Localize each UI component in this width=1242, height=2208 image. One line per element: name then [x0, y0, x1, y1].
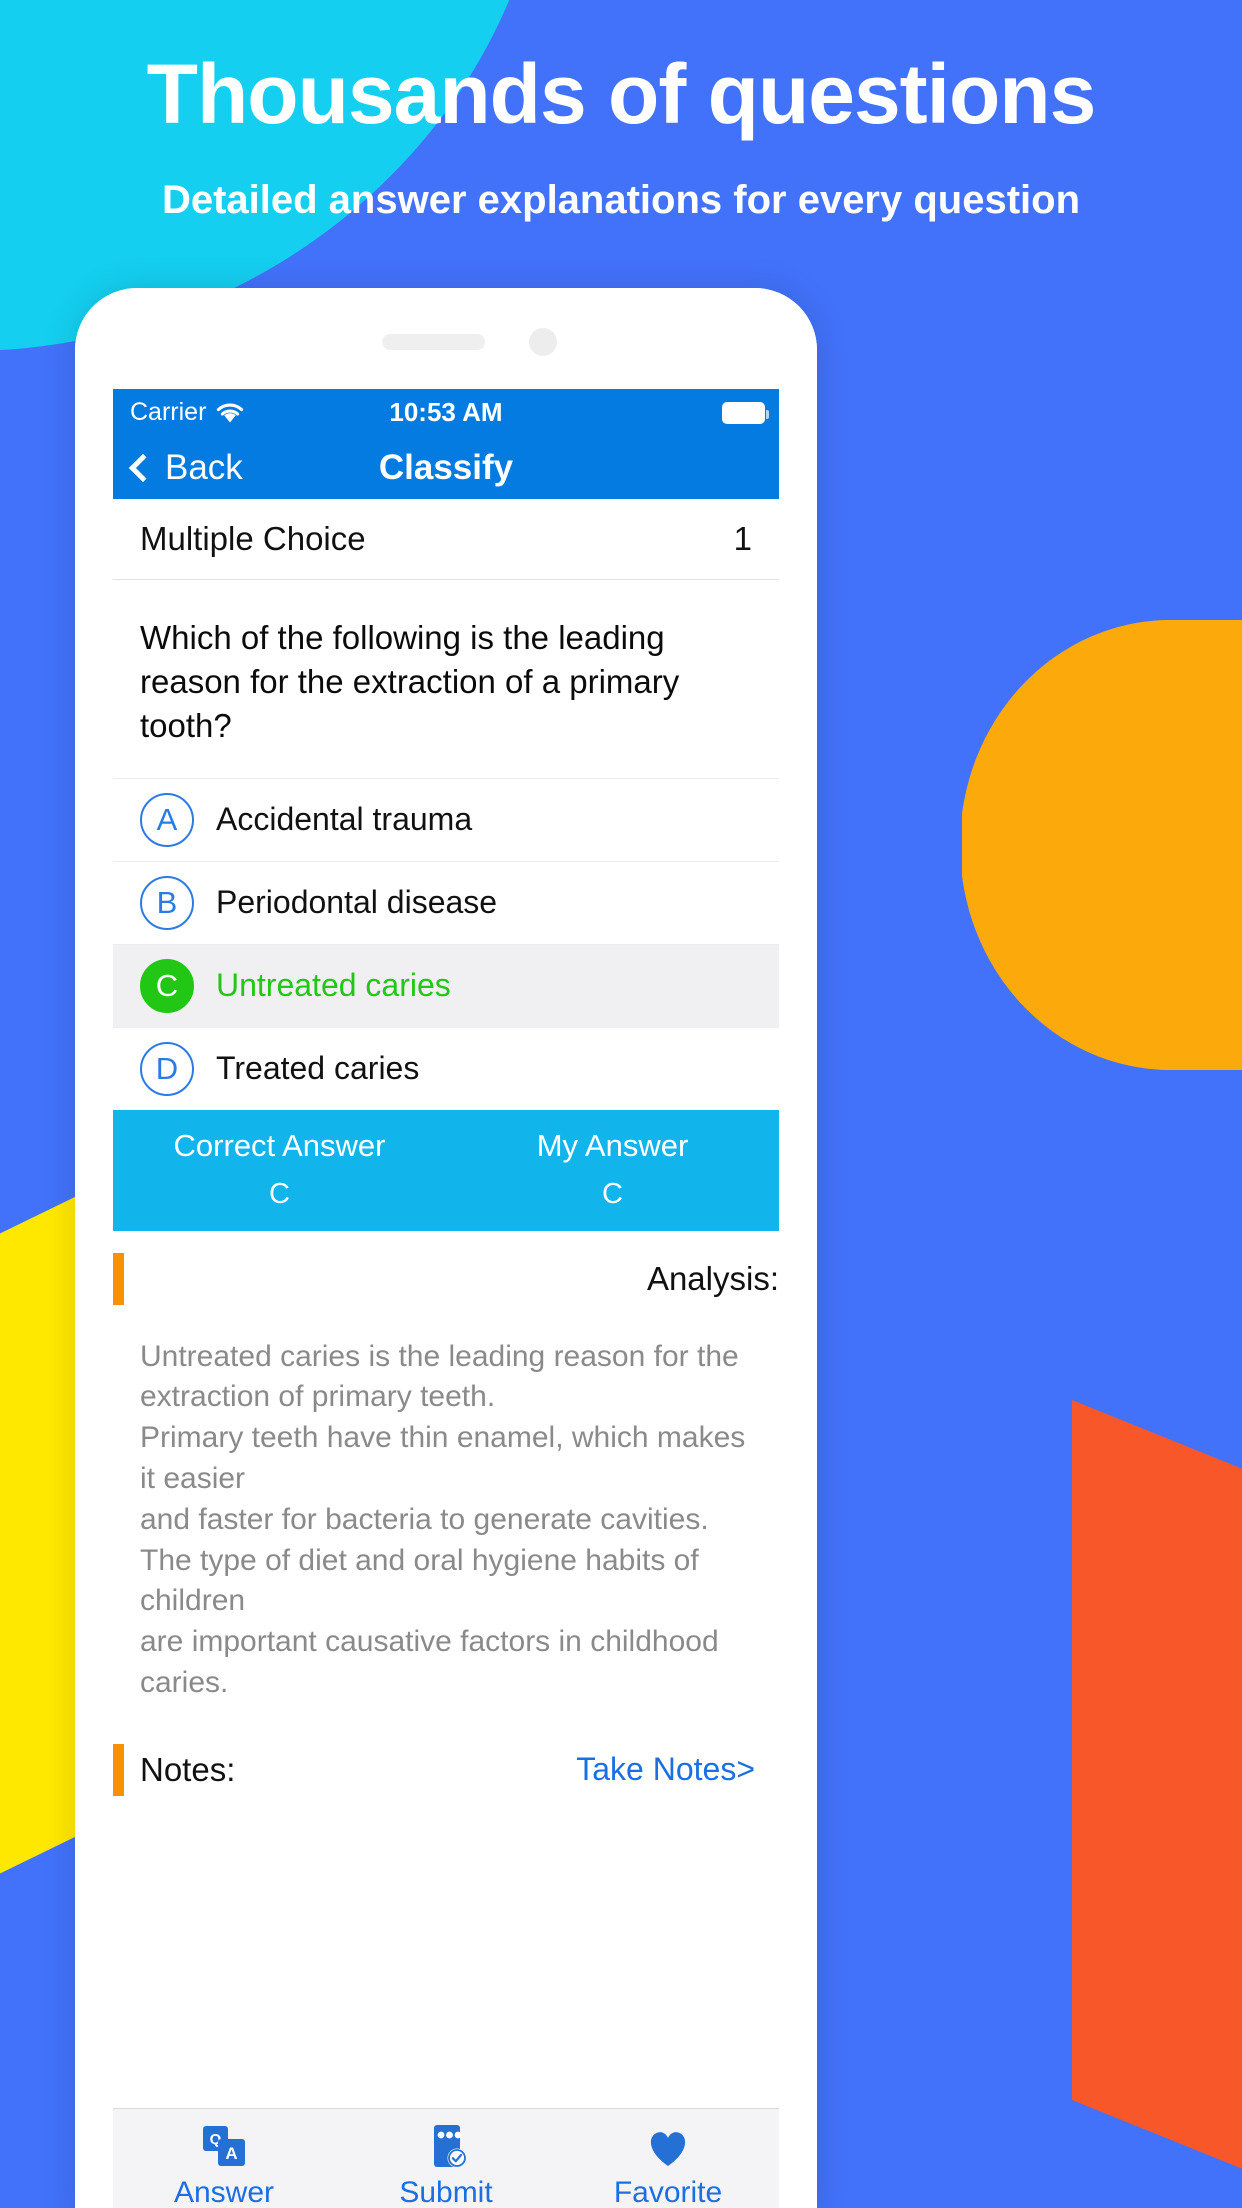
analysis-heading-row: Analysis:	[113, 1252, 779, 1305]
phone-speaker	[382, 334, 486, 350]
hero-title: Thousands of questions	[146, 47, 1097, 141]
submit-check-icon	[335, 2118, 557, 2170]
correct-answer-column: Correct Answer C	[113, 1128, 446, 1211]
orange-lens-shape	[962, 620, 1242, 1070]
option-row-b[interactable]: B Periodontal disease	[113, 860, 779, 944]
analysis-line-4: and faster for bacteria to generate cavi…	[140, 1502, 709, 1536]
heart-icon	[557, 2118, 779, 2170]
notes-heading-row: Notes: Take Notes>	[113, 1743, 779, 1796]
notes-heading: Notes:	[140, 1750, 236, 1788]
question-number: 1	[733, 520, 752, 557]
phone-camera	[529, 328, 557, 356]
analysis-line-6: are important causative factors in child…	[140, 1625, 719, 1699]
analysis-line-2: extraction of primary teeth.	[140, 1380, 496, 1414]
red-wedge-shape	[1072, 1400, 1242, 2208]
hero-subtitle: Detailed answer explanations for every q…	[161, 178, 1081, 222]
correct-answer-value: C	[269, 1177, 290, 1210]
tab-answer-label: Answer	[173, 2175, 275, 2208]
option-letter-a: A	[140, 792, 194, 847]
option-text-a: Accidental trauma	[216, 801, 473, 838]
my-answer-value: C	[602, 1177, 623, 1210]
phone-bezel-top	[75, 288, 817, 389]
hero-section: Thousands of questions Detailed answer e…	[0, 0, 1242, 223]
option-text-c: Untreated caries	[216, 967, 451, 1004]
back-button[interactable]: Back	[128, 447, 243, 488]
question-type-label: Multiple Choice	[140, 520, 366, 557]
tab-favorite-label: Favorite	[613, 2175, 723, 2208]
qa-cards-icon: Q A	[113, 2118, 335, 2170]
tab-favorite[interactable]: Favorite	[557, 2118, 779, 2208]
chevron-left-icon	[128, 453, 158, 482]
option-text-b: Periodontal disease	[216, 884, 498, 921]
my-answer-label: My Answer	[536, 1127, 689, 1163]
option-letter-b: B	[140, 875, 194, 930]
tab-submit[interactable]: Submit	[335, 2118, 557, 2208]
tab-answer[interactable]: Q A Answer	[113, 2118, 335, 2208]
option-row-d[interactable]: D Treated caries	[113, 1026, 779, 1110]
option-row-c[interactable]: C Untreated caries	[113, 943, 779, 1027]
analysis-accent-bar	[113, 1252, 124, 1305]
analysis-line-1: Untreated caries is the leading reason f…	[140, 1339, 739, 1373]
option-letter-d: D	[140, 1041, 194, 1096]
phone-screen: Carrier 10:53 AM Back Classify Multiple …	[113, 389, 779, 2208]
tab-submit-label: Submit	[399, 2175, 493, 2208]
my-answer-column: My Answer C	[446, 1128, 779, 1211]
status-bar-right	[722, 401, 769, 424]
analysis-text: Untreated caries is the leading reason f…	[113, 1305, 779, 1704]
analysis-line-5: The type of diet and oral hygiene habits…	[140, 1543, 699, 1618]
take-notes-link[interactable]: Take Notes>	[576, 1751, 755, 1788]
option-text-d: Treated caries	[216, 1050, 420, 1087]
svg-text:A: A	[225, 2144, 237, 2163]
bottom-tab-bar: Q A Answer Submit Favorite	[113, 2108, 779, 2208]
correct-answer-label: Correct Answer	[173, 1127, 386, 1163]
option-row-a[interactable]: A Accidental trauma	[113, 777, 779, 861]
battery-full-icon	[722, 401, 769, 424]
status-bar: Carrier 10:53 AM	[113, 389, 779, 436]
status-bar-time: 10:53 AM	[389, 397, 503, 427]
option-letter-c: C	[140, 958, 194, 1013]
analysis-heading: Analysis:	[646, 1259, 779, 1297]
back-button-label: Back	[165, 447, 243, 487]
analysis-line-3: Primary teeth have thin enamel, which ma…	[140, 1421, 746, 1496]
phone-mockup: Carrier 10:53 AM Back Classify Multiple …	[75, 288, 817, 2208]
question-stem: Which of the following is the leading re…	[140, 619, 680, 744]
question-meta-row: Multiple Choice 1	[113, 499, 779, 580]
navigation-bar: Back Classify	[113, 436, 779, 499]
notes-accent-bar	[113, 1743, 124, 1796]
answer-summary-strip: Correct Answer C My Answer C	[113, 1109, 779, 1231]
